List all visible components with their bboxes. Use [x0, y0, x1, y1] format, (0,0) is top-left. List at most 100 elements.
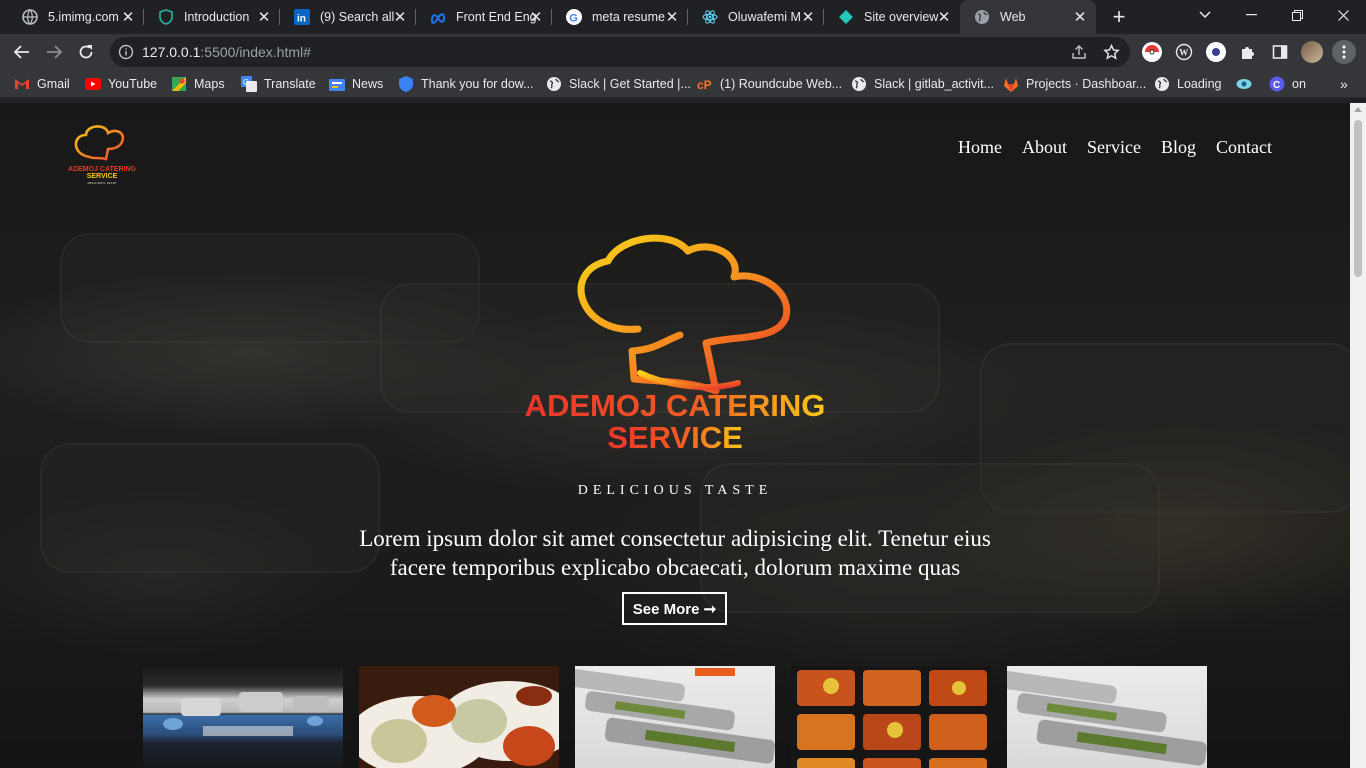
bookmark-gitlab-projects[interactable]: Projects · Dashboar...	[1003, 70, 1146, 98]
extensions-puzzle-icon[interactable]	[1238, 42, 1258, 62]
bookmarks-bar: Gmail YouTube Maps G Translate News Thank…	[0, 70, 1366, 98]
react-icon	[702, 9, 718, 25]
address-bar[interactable]: 127.0.0.1:5500/index.html#	[110, 37, 1130, 67]
wordpress-extension-icon[interactable]: W	[1174, 42, 1194, 62]
bookmarks-overflow-button[interactable]: »	[1340, 70, 1348, 98]
bookmark-label: Gmail	[37, 77, 70, 91]
svg-text:C: C	[1273, 80, 1280, 91]
scroll-up-arrow-icon[interactable]	[1354, 107, 1362, 112]
nav-about[interactable]: About	[1022, 137, 1067, 158]
url-text: 127.0.0.1:5500/index.html#	[142, 44, 311, 60]
bookmark-label: Thank you for dow...	[421, 77, 534, 91]
minimize-button[interactable]	[1228, 0, 1274, 30]
nav-home[interactable]: Home	[958, 137, 1002, 158]
nav-blog[interactable]: Blog	[1161, 137, 1196, 158]
side-panel-icon[interactable]	[1270, 42, 1290, 62]
tab-4[interactable]: Front End Eng ✕	[416, 0, 552, 34]
globe-icon	[1154, 76, 1170, 92]
reload-button[interactable]	[72, 38, 100, 66]
gallery-image-food-packs[interactable]	[791, 666, 991, 768]
back-button[interactable]	[8, 38, 36, 66]
food-packs-photo	[791, 666, 991, 768]
close-icon[interactable]: ✕	[936, 9, 952, 26]
close-icon[interactable]: ✕	[528, 9, 544, 26]
bookmark-translate[interactable]: G Translate	[241, 70, 316, 98]
tab-5[interactable]: G meta resume ✕	[552, 0, 688, 34]
url-path: :5500/index.html#	[200, 44, 311, 60]
tab-7[interactable]: Site overview ✕	[824, 0, 960, 34]
close-icon[interactable]: ✕	[800, 9, 816, 26]
nav-contact[interactable]: Contact	[1216, 137, 1272, 158]
see-more-button[interactable]: See More ➞	[622, 592, 727, 625]
close-window-button[interactable]	[1320, 0, 1366, 30]
buffet-photo	[163, 692, 329, 736]
close-icon[interactable]: ✕	[120, 9, 136, 26]
globe-icon	[22, 9, 38, 25]
share-icon[interactable]	[1070, 43, 1088, 61]
gallery-image-buffet[interactable]	[143, 666, 343, 768]
google-icon: G	[566, 9, 582, 25]
bookmark-label: Slack | Get Started |...	[569, 77, 691, 91]
bookmark-label: YouTube	[108, 77, 158, 91]
info-icon[interactable]	[118, 44, 134, 60]
bookmark-eye[interactable]	[1236, 70, 1259, 98]
forward-button[interactable]	[40, 38, 68, 66]
logo-wordmark: ADEMOJ CATERING	[68, 166, 136, 173]
translate-icon: G	[241, 76, 257, 92]
page-viewport: ADEMOJ CATERING SERVICE DELICIOUS TASTE …	[0, 103, 1350, 768]
shield-icon	[158, 9, 174, 25]
bookmark-label: Slack | gitlab_activit...	[874, 77, 994, 91]
menu-kebab-icon[interactable]	[1332, 40, 1356, 64]
restore-button[interactable]	[1274, 0, 1320, 30]
hero-description: Lorem ipsum dolor sit amet consectetur a…	[359, 526, 991, 580]
bookmark-gmail[interactable]: Gmail	[14, 70, 70, 98]
close-icon[interactable]: ✕	[392, 9, 408, 26]
bookmark-label: Maps	[194, 77, 225, 91]
scrollbar-thumb[interactable]	[1354, 120, 1362, 277]
globe-icon	[851, 76, 867, 92]
pokeball-extension-icon[interactable]	[1142, 42, 1162, 62]
gallery-image-chafing-dishes[interactable]	[575, 666, 775, 768]
gallery-image-chafing-dishes-row[interactable]	[1007, 666, 1207, 768]
tab-strip: 5.imimg.com ✕ Introduction ✕ in (9) Sear…	[0, 0, 1366, 34]
bookmark-star-icon[interactable]	[1102, 43, 1120, 61]
bookmark-label: Translate	[264, 77, 316, 91]
gallery-image-jollof[interactable]	[359, 666, 559, 768]
svg-text:W: W	[1179, 48, 1188, 58]
maps-icon	[171, 76, 187, 92]
tab-1[interactable]: 5.imimg.com ✕	[8, 0, 144, 34]
cpanel-icon: cP	[697, 76, 713, 92]
new-tab-button[interactable]: +	[1107, 6, 1131, 30]
youtube-icon	[85, 76, 101, 92]
tab-3[interactable]: in (9) Search all ✕	[280, 0, 416, 34]
close-icon[interactable]: ✕	[664, 9, 680, 26]
close-icon[interactable]: ✕	[1072, 9, 1088, 26]
tab-active[interactable]: Web ✕	[960, 0, 1096, 34]
bookmark-loading[interactable]: Loading	[1154, 70, 1222, 98]
hero-logo: ADEMOJ CATERING SERVICE	[525, 234, 825, 455]
nav-service[interactable]: Service	[1087, 137, 1141, 158]
bookmark-news[interactable]: News	[329, 70, 383, 98]
bookmark-thank-you[interactable]: Thank you for dow...	[398, 70, 534, 98]
bookmark-on[interactable]: Con	[1269, 70, 1306, 98]
chafing-dishes-photo	[575, 668, 775, 764]
bookmark-youtube[interactable]: YouTube	[85, 70, 157, 98]
linkedin-icon: in	[294, 9, 310, 25]
tab-2[interactable]: Introduction ✕	[144, 0, 280, 34]
chafing-dishes-row-photo	[1007, 670, 1207, 766]
bookmark-label: (1) Roundcube Web...	[720, 77, 843, 91]
bookmark-roundcube[interactable]: cP (1) Roundcube Web...	[697, 70, 842, 98]
site-logo[interactable]: ADEMOJ CATERING SERVICE DELICIOUS TASTE	[62, 121, 142, 187]
bookmark-slack-gitlab[interactable]: Slack | gitlab_activit...	[851, 70, 994, 98]
page-scrollbar[interactable]	[1350, 103, 1366, 768]
extension-circle-icon[interactable]	[1206, 42, 1226, 62]
tab-6[interactable]: Oluwafemi M ✕	[688, 0, 824, 34]
bookmark-maps[interactable]: Maps	[171, 70, 225, 98]
svg-text:in: in	[297, 14, 306, 25]
close-icon[interactable]: ✕	[256, 9, 272, 26]
netlify-icon	[838, 9, 854, 25]
profile-avatar[interactable]	[1301, 41, 1323, 63]
tab-search-chevron-icon[interactable]	[1182, 0, 1228, 30]
bookmark-slack-get-started[interactable]: Slack | Get Started |...	[546, 70, 691, 98]
bookmark-label: Projects · Dashboar...	[1026, 77, 1147, 91]
